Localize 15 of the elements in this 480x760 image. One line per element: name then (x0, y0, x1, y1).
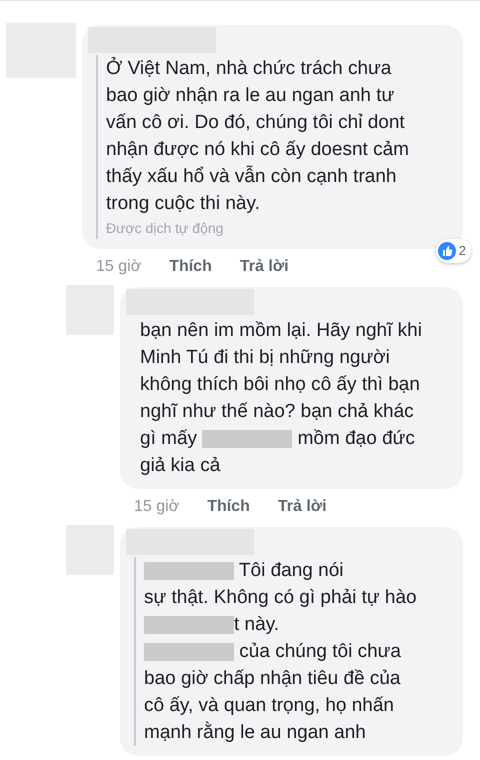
like-link[interactable]: Thích (169, 255, 212, 279)
comment-text: Ở Việt Nam, nhà chức trách chưa bao giờ nhận ra le au ngan anh tư vấn cô ơi. Do đó, chúng tôi chỉ dont nhận được nó khi cô ấy doesnt cảm thấy xấu hổ và vẫn còn cạnh tranh trong cuộc thi này. (106, 56, 410, 216)
like-link[interactable]: Thích (207, 495, 250, 519)
reply-link[interactable]: Trả lời (240, 255, 289, 279)
timestamp[interactable]: 15 giờ (134, 495, 180, 519)
author-name[interactable] (126, 529, 254, 555)
reaction-count[interactable]: 2 (436, 239, 471, 262)
comment-text: bạn nên im mồm lại. Hãy nghĩ khi Minh Tú đi thi bị những người không thích bôi nhọ cô ấy thì bạn nghĩ như thế nào? bạn chả khác gì mấy mồm đạo đức giả kia cả (140, 319, 423, 478)
comment-text: Tôi đang nói sự thật. Không có gì phải tự hào t này. của chúng tôi chưa bao giờ chấp nhận tiêu đề của cô ấy, và quan trọng, họ nhấn mạnh rằng le au ngan anh (144, 559, 418, 745)
author-name[interactable] (126, 289, 254, 315)
thumbs-up-icon (438, 242, 456, 260)
timestamp[interactable]: 15 giờ (96, 255, 142, 279)
author-name[interactable] (88, 27, 216, 53)
reply-link[interactable]: Trả lời (278, 495, 327, 519)
translation-note: Được dịch tự động (106, 219, 224, 238)
